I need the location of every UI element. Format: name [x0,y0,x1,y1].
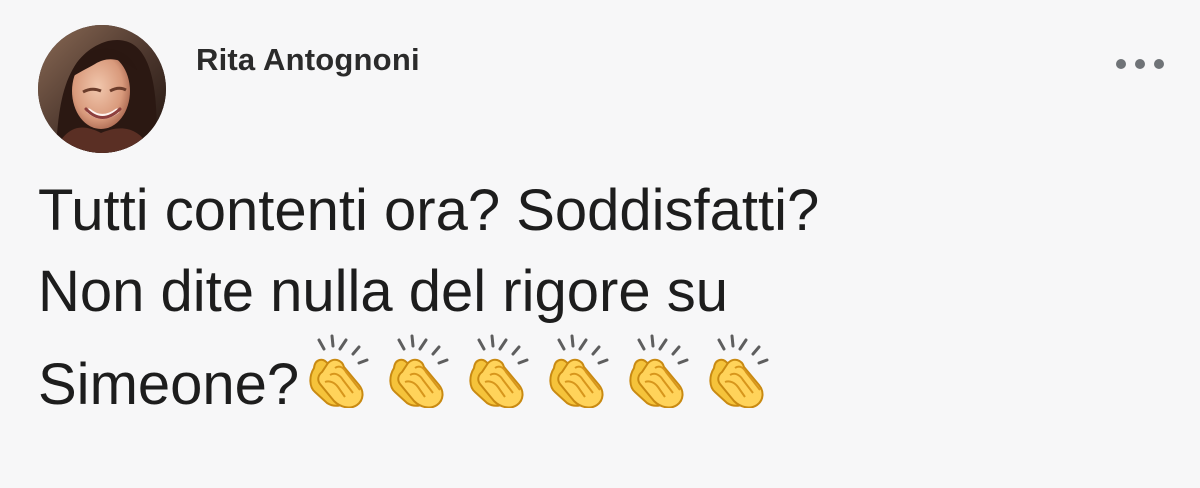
author-name[interactable]: Rita Antognoni [196,42,420,78]
post-text-segment: Simeone? [38,352,300,417]
social-post: Rita Antognoni Tutti contenti ora? Soddi… [0,0,1200,488]
more-options-icon[interactable] [1116,54,1164,74]
post-text-line: Non dite nulla del rigore su [38,259,728,324]
clapping-hands-icon [301,332,381,409]
clapping-hands-icon [461,332,541,409]
author-avatar[interactable] [38,25,166,153]
more-dot [1135,59,1145,69]
clapping-hands-icon [621,332,701,409]
more-dot [1116,59,1126,69]
avatar-image [38,25,166,153]
clapping-hands-emoji-row [301,332,781,409]
clapping-hands-icon [381,332,461,409]
more-dot [1154,59,1164,69]
clapping-hands-icon [541,332,621,409]
post-text: Tutti contenti ora? Soddisfatti? Non dit… [38,170,1158,425]
post-text-line: Simeone? [38,332,1158,425]
post-text-line: Tutti contenti ora? Soddisfatti? [38,178,820,243]
clapping-hands-icon [701,332,781,409]
